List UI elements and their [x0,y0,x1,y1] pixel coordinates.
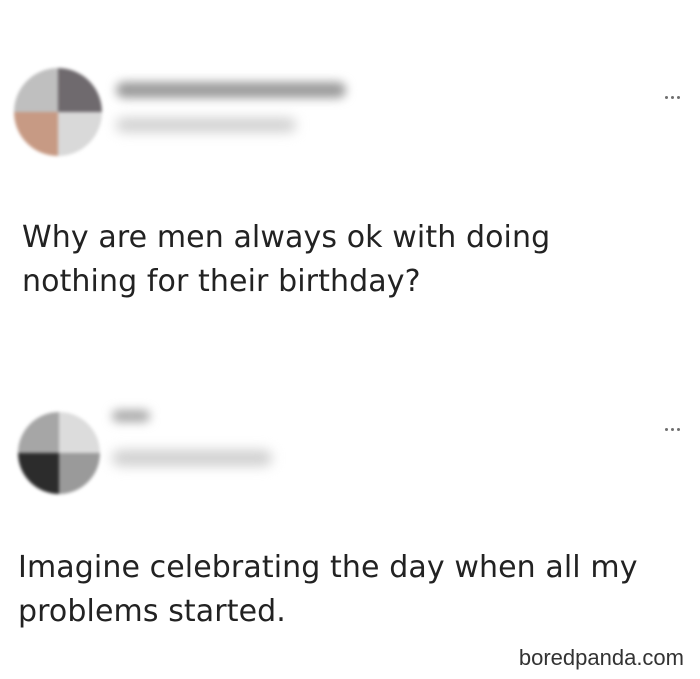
post-original: Why are men always ok with doing nothing… [0,0,700,330]
blurred-handle [112,450,272,466]
blurred-username[interactable] [116,82,346,98]
post-text: Why are men always ok with doing nothing… [22,220,551,299]
avatar[interactable] [18,412,100,494]
more-horizontal-icon[interactable] [665,96,680,99]
watermark: boredpanda.com [518,645,684,670]
blurred-username[interactable] [112,410,150,422]
more-horizontal-icon[interactable] [665,428,680,431]
post-text: Imagine celebrating the day when all my … [18,550,638,629]
avatar[interactable] [14,68,102,156]
post-reply: Imagine celebrating the day when all my … [0,380,700,640]
blurred-handle [116,118,296,132]
